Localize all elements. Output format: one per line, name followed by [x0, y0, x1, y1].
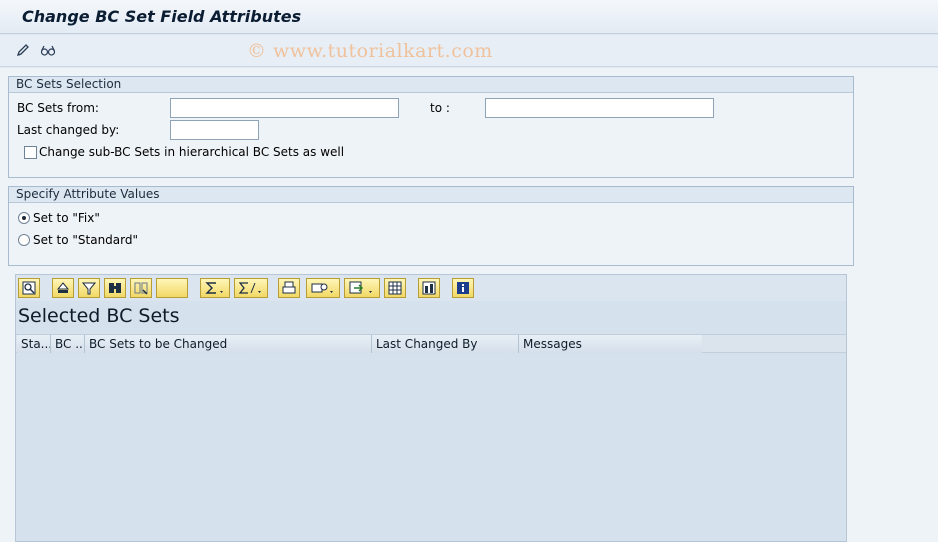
alv-title: Selected BC Sets — [18, 305, 180, 327]
column-header-messages[interactable]: Messages — [519, 335, 702, 353]
abc-analysis-icon[interactable] — [418, 278, 440, 298]
export-icon[interactable] — [344, 278, 380, 298]
glasses-icon[interactable] — [39, 41, 57, 59]
sort-ascending-icon[interactable] — [52, 278, 74, 298]
watermark: © www.tutorialkart.com — [247, 40, 493, 62]
attribute-values-group: Specify Attribute Values Set to "Fix" Se… — [8, 186, 854, 266]
group-header-selection: BC Sets Selection — [9, 77, 853, 93]
views-icon[interactable] — [306, 278, 340, 298]
last-changed-by-input[interactable] — [170, 120, 259, 140]
subsets-checkbox[interactable] — [24, 146, 37, 159]
pencil-icon[interactable] — [14, 41, 32, 59]
group-header-attributes: Specify Attribute Values — [9, 187, 853, 203]
radio-set-standard-label: Set to "Standard" — [33, 233, 139, 247]
application-toolbar: © www.tutorialkart.com — [0, 35, 938, 67]
column-header-bc-sets-to-be-changed[interactable]: BC Sets to be Changed — [85, 335, 372, 353]
main-content: BC Sets Selection BC Sets from: to : Las… — [0, 68, 938, 542]
grid-header: Sta... BC ... BC Sets to be Changed Last… — [16, 334, 846, 353]
alv-toolbar — [16, 275, 846, 301]
information-icon[interactable] — [452, 278, 474, 298]
sum-icon[interactable] — [200, 278, 230, 298]
print-icon[interactable] — [278, 278, 300, 298]
filter-icon[interactable] — [78, 278, 100, 298]
alv-grid: Selected BC Sets Sta... BC ... BC Sets t… — [15, 274, 847, 542]
column-header-last-changed-by[interactable]: Last Changed By — [372, 335, 519, 353]
column-header-bc[interactable]: BC ... — [51, 335, 85, 353]
radio-set-standard[interactable] — [18, 234, 30, 246]
title-bar: Change BC Set Field Attributes — [0, 0, 938, 34]
to-label: to : — [430, 101, 450, 115]
layout-icon[interactable] — [384, 278, 406, 298]
bc-sets-selection-group: BC Sets Selection BC Sets from: to : Las… — [8, 76, 854, 178]
details-icon[interactable] — [18, 278, 40, 298]
bc-sets-from-input[interactable] — [170, 98, 399, 118]
last-changed-by-label: Last changed by: — [17, 123, 120, 137]
find-icon[interactable] — [104, 278, 126, 298]
subtotal-icon[interactable] — [234, 278, 268, 298]
subsets-checkbox-label: Change sub-BC Sets in hierarchical BC Se… — [39, 145, 345, 159]
radio-set-fix-label: Set to "Fix" — [33, 211, 100, 225]
bc-sets-to-input[interactable] — [485, 98, 714, 118]
radio-set-fix[interactable] — [18, 212, 30, 224]
page-title: Change BC Set Field Attributes — [22, 7, 302, 26]
column-header-status[interactable]: Sta... — [17, 335, 51, 353]
blank-button[interactable] — [156, 278, 188, 298]
find-next-icon[interactable] — [130, 278, 152, 298]
bc-sets-from-label: BC Sets from: — [17, 101, 99, 115]
